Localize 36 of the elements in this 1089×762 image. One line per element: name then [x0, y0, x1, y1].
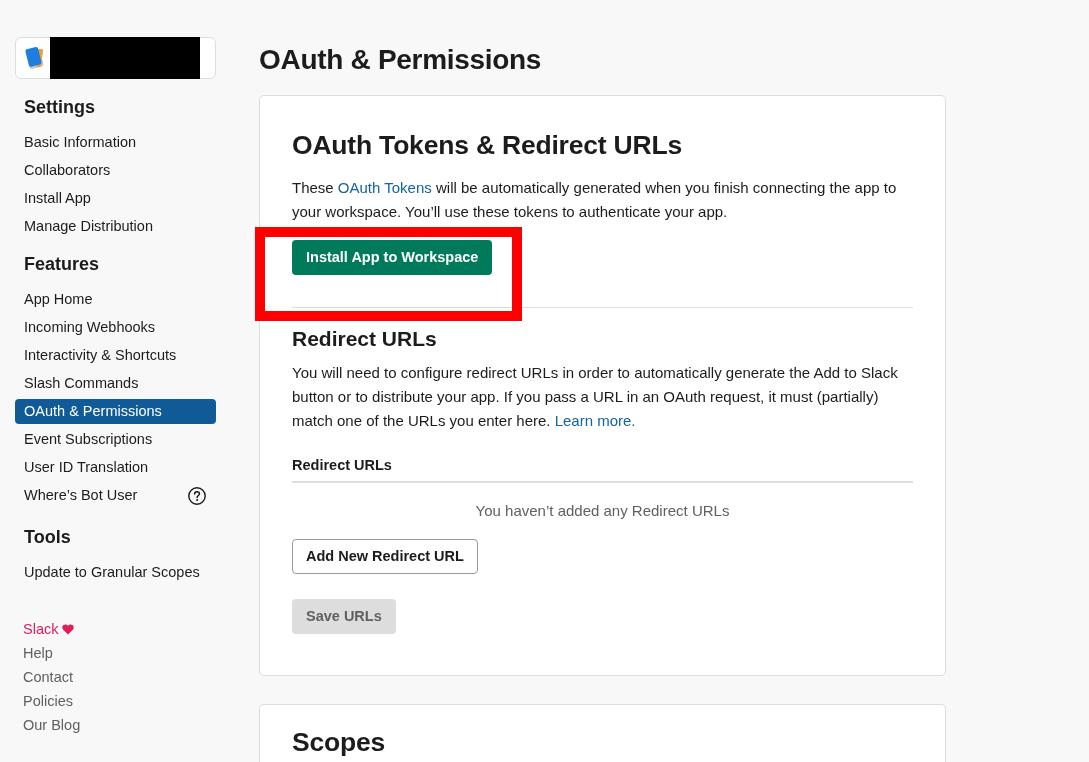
section-heading: Tools	[24, 526, 72, 549]
sidebar-link[interactable]: App Home	[15, 287, 216, 312]
sidebar-link[interactable]: Slash Commands	[15, 371, 216, 396]
learn-more-link[interactable]: Learn more.	[554, 412, 636, 429]
add-url-button[interactable]: Add New Redirect URL	[292, 539, 478, 574]
sidebar-link[interactable]: Event Subscriptions	[15, 427, 216, 452]
sidebar-link[interactable]: Where’s Bot User	[15, 483, 216, 508]
app-selector[interactable]	[15, 37, 216, 79]
section-title: Redirect URLs	[292, 326, 438, 352]
intro-text: These OAuth Tokens will be automatically generated when you finish connecting the app to your workspace. You’ll use these tokens to authenticate your app.	[292, 178, 898, 222]
sidebar-link[interactable]: User ID Translation	[15, 455, 216, 480]
section-heading: Settings	[24, 96, 96, 119]
sidebar-link[interactable]: Collaborators	[15, 158, 216, 183]
sidebar-link[interactable]: Install App	[15, 186, 216, 211]
sidebar-link[interactable]: Update to Granular Scopes	[15, 560, 216, 585]
list-header: Redirect URLs	[292, 454, 913, 483]
footer-link[interactable]: Help	[23, 641, 53, 665]
footer-link[interactable]: Contact	[23, 665, 73, 689]
sidebar-link[interactable]: Basic Information	[15, 130, 216, 155]
footer-link[interactable]: Our Blog	[23, 713, 81, 737]
card-title: Scopes	[292, 727, 387, 757]
sidebar-link[interactable]: OAuth & Permissions	[15, 399, 216, 424]
sidebar-link[interactable]: Incoming Webhooks	[15, 315, 216, 340]
install-button[interactable]: Install App to Workspace	[292, 240, 493, 275]
empty-message: You haven’t added any Redirect URLs	[474, 501, 731, 521]
card-title: OAuth Tokens & Redirect URLs	[292, 129, 683, 162]
heart-icon	[62, 623, 75, 635]
help-icon	[188, 486, 206, 505]
page-title: OAuth & Permissions	[259, 43, 543, 77]
oauth-tokens-link[interactable]: OAuth Tokens	[337, 179, 432, 196]
footer-link[interactable]: Policies	[23, 689, 73, 713]
sidebar-link[interactable]: Manage Distribution	[15, 214, 216, 239]
footer-link[interactable]: Slack	[23, 617, 75, 641]
sidebar-link[interactable]: Interactivity & Shortcuts	[15, 343, 216, 368]
description-text: You will need to configure redirect URLs in order to automatically generate the Add to Slack button or to distribute your app. If you pass a URL in an OAuth request, it must (partially) match one of the URLs you enter here. Learn more.	[292, 363, 899, 431]
section-heading: Features	[24, 253, 101, 276]
